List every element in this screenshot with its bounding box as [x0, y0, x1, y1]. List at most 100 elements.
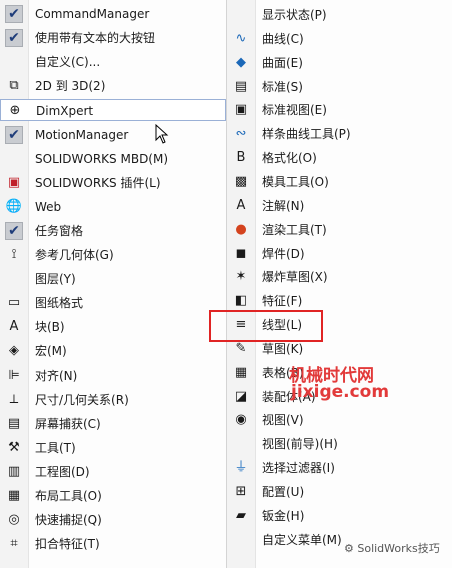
menu-item-label: 曲面(E): [262, 55, 303, 70]
menu-item-label: 扣合特征(T): [35, 537, 100, 552]
menu-item[interactable]: ▭ 图纸格式: [0, 292, 226, 314]
menu-item-label: 任务窗格: [35, 223, 84, 238]
format-icon: B: [236, 150, 246, 166]
mold-tools-icon: ▩: [234, 173, 248, 189]
menu-item[interactable]: ⌗ 扣合特征(T): [0, 533, 226, 555]
menu-item[interactable]: ◼ 焊件(D): [227, 243, 452, 265]
menu-item-label: 屏幕捕获(C): [35, 416, 101, 431]
menu-item[interactable]: ◆ 曲面(E): [227, 52, 452, 74]
menu-item[interactable]: ▥ 工程图(D): [0, 461, 226, 483]
menu-item-label: 图纸格式: [35, 296, 84, 311]
menu-item[interactable]: ✔ MotionManager: [0, 124, 226, 146]
menu-item[interactable]: ⚒ 工具(T): [0, 437, 226, 459]
align-icon: ⊫: [8, 367, 20, 383]
menu-item-label: 布局工具(O): [35, 489, 102, 503]
menu-item[interactable]: 图层(Y): [0, 268, 226, 290]
menu-item-label: 块(B): [35, 320, 65, 335]
sketch-icon: ✎: [235, 340, 247, 356]
menu-item-label: 渲染工具(T): [262, 222, 327, 237]
menu-column-left: ✔ CommandManager ✔ 使用带有文本的大按钮 自定义(C)... ⧉ 2D 到…: [0, 0, 227, 568]
block-icon: A: [9, 319, 19, 335]
2d-to-3d-icon: ⧉: [9, 78, 19, 94]
menu-item[interactable]: ▰ 钣金(H): [227, 505, 452, 527]
screen-capture-icon: ▤: [7, 415, 21, 431]
menu-item[interactable]: ✔ 使用带有文本的大按钮: [0, 27, 226, 49]
crosshair-icon: ⊕: [9, 103, 21, 119]
menu-item-label: 视图(前导)(H): [262, 437, 338, 452]
menu-item[interactable]: ▦ 布局工具(O): [0, 485, 226, 507]
explode-sketch-icon: ✶: [235, 269, 247, 285]
menu-item[interactable]: ▤ 屏幕捕获(C): [0, 413, 226, 435]
menu-item[interactable]: ∾ 样条曲线工具(P): [227, 123, 452, 145]
features-icon: ◧: [234, 293, 248, 309]
menu-item-label: 注解(N): [262, 198, 305, 213]
menu-item[interactable]: ∿ 曲线(C): [227, 28, 452, 50]
menu-column-right: 显示状态(P) ∿ 曲线(C) ◆ 曲面(E) ▤ 标准(S) ▣ 标准视图(E) ∾ 样条曲线工具…: [227, 0, 452, 568]
menu-item[interactable]: 显示状态(P): [227, 4, 452, 26]
globe-icon: 🌐: [5, 198, 23, 214]
menu-item[interactable]: ◎ 快速捕捉(Q): [0, 509, 226, 531]
table-icon: ▦: [234, 364, 248, 380]
menu-item-label: 选择过滤器(I): [262, 461, 335, 476]
menu-item[interactable]: 🌐 Web: [0, 196, 226, 218]
checkbox-checked-icon: ✔: [5, 221, 23, 240]
menu-item[interactable]: SOLIDWORKS MBD(M): [0, 148, 226, 170]
menu-item-label: MotionManager: [35, 127, 129, 142]
menu-item-label: SOLIDWORKS MBD(M): [35, 151, 169, 166]
menu-item[interactable]: ✶ 爆炸草图(X): [227, 266, 452, 288]
menu-item-label: 特征(F): [262, 294, 303, 309]
menu-item[interactable]: ▣ 标准视图(E): [227, 99, 452, 121]
configuration-icon: ⊞: [235, 484, 247, 499]
menu-item[interactable]: ◧ 特征(F): [227, 290, 452, 312]
menu-item-label: 标准(S): [262, 79, 303, 94]
menu-item[interactable]: ▩ 模具工具(O): [227, 171, 452, 193]
menu-item[interactable]: 自定义(C)...: [0, 51, 226, 73]
menu-item-label: 快速捕捉(Q): [35, 513, 102, 528]
menu-item-label: 自定义菜单(M): [262, 532, 342, 547]
checkbox-checked-icon: ✔: [5, 5, 23, 23]
mouse-cursor-icon: [155, 124, 169, 144]
menu-item-label: 工程图(D): [35, 464, 90, 479]
menu-item[interactable]: ✔ 任务窗格: [0, 220, 226, 242]
menu-item-label: 2D 到 3D(2): [35, 79, 106, 94]
menu-item[interactable]: A 块(B): [0, 316, 226, 338]
menu-item-label: 配置(U): [262, 485, 305, 499]
menu-item[interactable]: 视图(前导)(H): [227, 433, 452, 455]
menu-item-label: Web: [35, 199, 62, 214]
menu-item[interactable]: ⏚ 选择过滤器(I): [227, 457, 452, 479]
menu-item[interactable]: ⟂ 尺寸/几何关系(R): [0, 389, 226, 411]
layout-tools-icon: ▦: [7, 488, 21, 503]
menu-item[interactable]: ⟟ 参考几何体(G): [0, 244, 226, 266]
menu-item[interactable]: A 注解(N): [227, 195, 452, 217]
menu-item-label: 对齐(N): [35, 368, 78, 383]
menu-item[interactable]: ⊞ 配置(U): [227, 481, 452, 503]
assembly-icon: ◪: [234, 388, 248, 404]
menu-item[interactable]: ◈ 宏(M): [0, 340, 226, 362]
sheet-metal-icon: ▰: [236, 507, 246, 523]
highlight-box-line-format: [209, 310, 323, 342]
menu-item[interactable]: ▤ 标准(S): [227, 76, 452, 98]
menu-item[interactable]: B 格式化(O): [227, 147, 452, 169]
menu-item-label: 钣金(H): [262, 508, 305, 523]
menu-item-label: 曲线(C): [262, 31, 304, 46]
surface-icon: ◆: [236, 54, 246, 70]
menu-item-label: CommandManager: [35, 7, 150, 21]
macro-icon: ◈: [9, 343, 19, 359]
view-icon: ◉: [235, 412, 247, 428]
annotation-icon: A: [236, 197, 246, 213]
menu-item[interactable]: ● 渲染工具(T): [227, 219, 452, 241]
menu-item[interactable]: ⊕ DimXpert: [0, 99, 226, 122]
menu-item-label: 显示状态(P): [262, 8, 327, 22]
quick-snap-icon: ◎: [8, 512, 20, 528]
menu-item[interactable]: ◉ 视图(V): [227, 409, 452, 431]
menu-item[interactable]: ▣ SOLIDWORKS 插件(L): [0, 172, 226, 194]
addin-icon: ▣: [7, 174, 21, 190]
menu-item-label: 视图(V): [262, 413, 304, 428]
menu-item-label: SOLIDWORKS 插件(L): [35, 175, 161, 190]
menu-item[interactable]: ⊫ 对齐(N): [0, 365, 226, 387]
standard-icon: ▤: [234, 78, 248, 94]
selection-filter-icon: ⏚: [234, 460, 248, 476]
menu-item[interactable]: ✔ CommandManager: [0, 3, 226, 25]
watermark-footer: ⚙ SolidWorks技巧: [344, 542, 440, 555]
menu-item[interactable]: ⧉ 2D 到 3D(2): [0, 75, 226, 97]
